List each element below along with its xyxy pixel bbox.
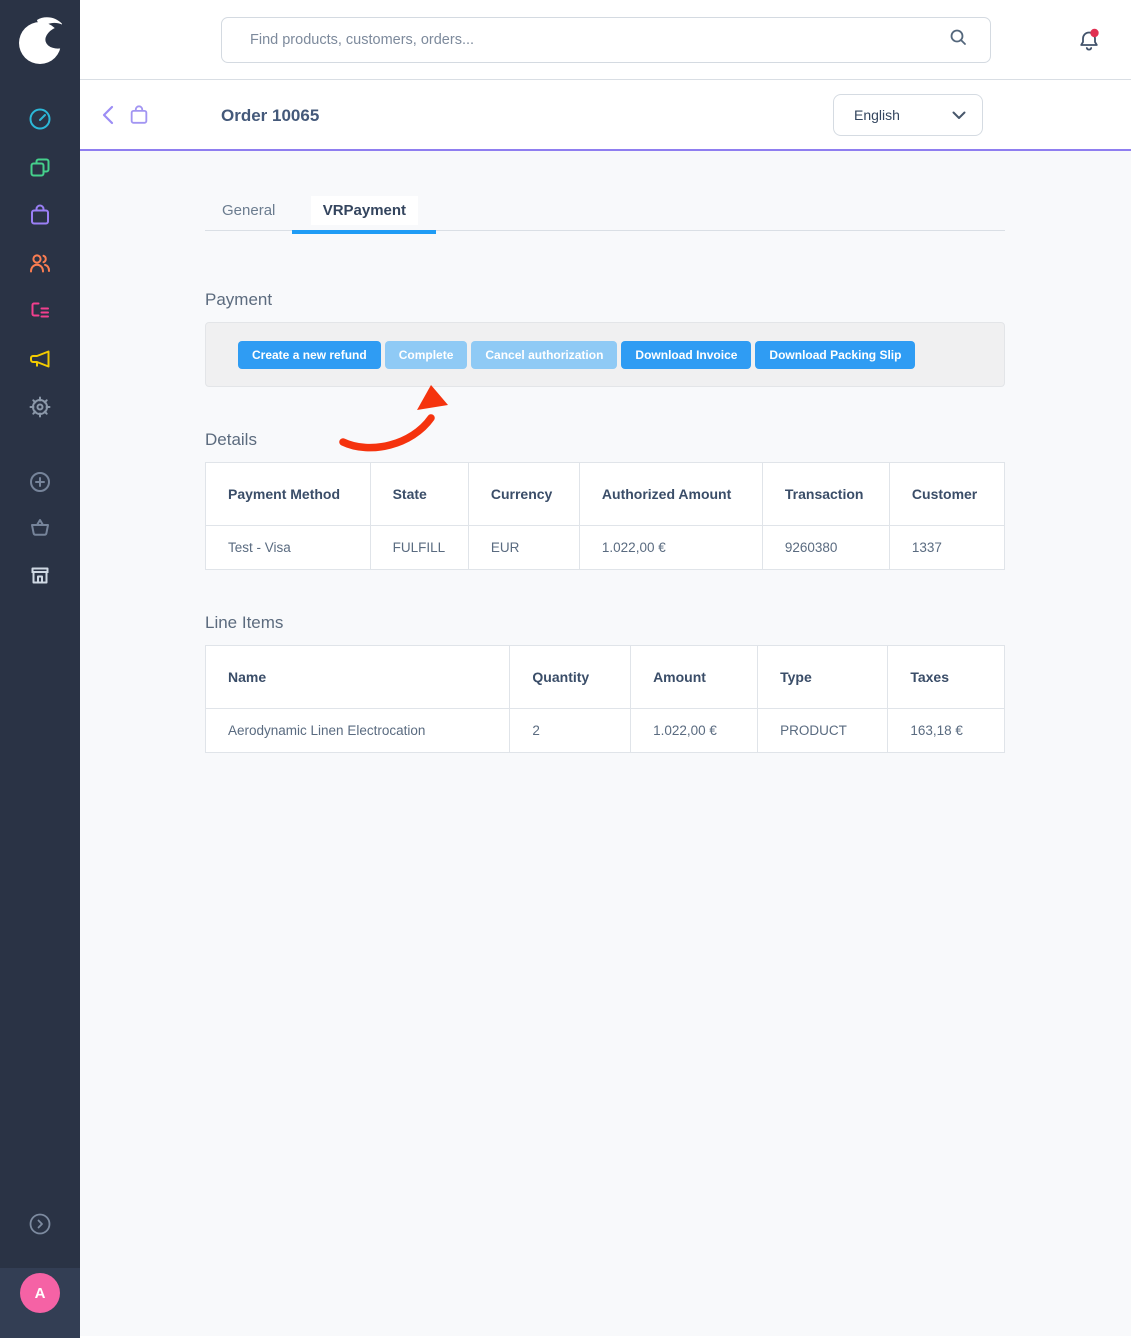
create-refund-button[interactable]: Create a new refund xyxy=(238,341,381,369)
notification-bell-icon[interactable] xyxy=(1076,28,1102,59)
cell-state: FULFILL xyxy=(370,526,468,570)
chevron-down-icon xyxy=(952,111,966,120)
column-header: Currency xyxy=(468,463,579,526)
column-header: Transaction xyxy=(762,463,889,526)
shopware-logo-icon[interactable] xyxy=(18,16,62,71)
column-header: Taxes xyxy=(888,646,1005,709)
table-row: Aerodynamic Linen Electrocation 2 1.022,… xyxy=(206,709,1005,753)
cell-name: Aerodynamic Linen Electrocation xyxy=(206,709,510,753)
payment-section-title: Payment xyxy=(205,290,1005,310)
catalogues-icon[interactable] xyxy=(28,155,52,179)
storefront-icon[interactable] xyxy=(28,563,52,587)
page-title: Order 10065 xyxy=(221,106,319,126)
avatar[interactable]: A xyxy=(20,1273,60,1313)
dashboard-icon[interactable] xyxy=(28,107,52,131)
details-table: Payment Method State Currency Authorized… xyxy=(205,462,1005,570)
column-header: Quantity xyxy=(510,646,631,709)
search-icon[interactable] xyxy=(949,28,968,52)
tab-general[interactable]: General xyxy=(205,192,292,231)
column-header: State xyxy=(370,463,468,526)
column-header: Authorized Amount xyxy=(579,463,762,526)
tab-bar: General VRPayment xyxy=(205,151,1005,231)
details-header-row: Payment Method State Currency Authorized… xyxy=(206,463,1005,526)
search-input[interactable] xyxy=(222,32,949,48)
cell-type: PRODUCT xyxy=(758,709,888,753)
content-area: General VRPayment Payment Create a new r… xyxy=(80,151,1131,1336)
column-header: Payment Method xyxy=(206,463,371,526)
complete-button[interactable]: Complete xyxy=(385,341,468,369)
line-items-table: Name Quantity Amount Type Taxes Aerodyna… xyxy=(205,645,1005,753)
expand-icon[interactable] xyxy=(28,1212,52,1236)
tab-vrpayment[interactable]: VRPayment xyxy=(292,192,436,231)
table-row: Test - Visa FULFILL EUR 1.022,00 € 92603… xyxy=(206,526,1005,570)
settings-icon[interactable] xyxy=(28,395,52,419)
line-items-section-title: Line Items xyxy=(205,613,1005,633)
cell-currency: EUR xyxy=(468,526,579,570)
order-module-icon xyxy=(128,104,150,131)
column-header: Type xyxy=(758,646,888,709)
cell-quantity: 2 xyxy=(510,709,631,753)
cell-authorized-amount: 1.022,00 € xyxy=(579,526,762,570)
cell-transaction: 9260380 xyxy=(762,526,889,570)
details-section-title: Details xyxy=(205,430,1005,450)
extensions-icon[interactable] xyxy=(28,515,52,539)
cell-payment-method: Test - Visa xyxy=(206,526,371,570)
cell-customer: 1337 xyxy=(889,526,1004,570)
download-invoice-button[interactable]: Download Invoice xyxy=(621,341,751,369)
back-button[interactable] xyxy=(101,105,115,130)
sidebar xyxy=(0,0,80,1338)
column-header: Customer xyxy=(889,463,1004,526)
download-packing-slip-button[interactable]: Download Packing Slip xyxy=(755,341,915,369)
cell-amount: 1.022,00 € xyxy=(631,709,758,753)
column-header: Name xyxy=(206,646,510,709)
notification-dot xyxy=(1090,29,1098,37)
cell-taxes: 163,18 € xyxy=(888,709,1005,753)
smartbar: Order 10065 English xyxy=(80,80,1131,151)
orders-icon[interactable] xyxy=(28,203,52,227)
content-icon[interactable] xyxy=(28,299,52,323)
language-value: English xyxy=(854,107,900,123)
add-icon[interactable] xyxy=(28,470,52,494)
main-area: Order 10065 English General VRPayment Pa… xyxy=(80,0,1131,1338)
customers-icon[interactable] xyxy=(28,251,52,275)
language-select[interactable]: English xyxy=(833,94,983,136)
payment-actions-panel: Create a new refund Complete Cancel auth… xyxy=(205,322,1005,387)
marketing-icon[interactable] xyxy=(28,347,52,371)
cancel-authorization-button[interactable]: Cancel authorization xyxy=(471,341,617,369)
line-items-header-row: Name Quantity Amount Type Taxes xyxy=(206,646,1005,709)
search-box[interactable] xyxy=(221,17,991,63)
column-header: Amount xyxy=(631,646,758,709)
topbar xyxy=(80,0,1131,80)
